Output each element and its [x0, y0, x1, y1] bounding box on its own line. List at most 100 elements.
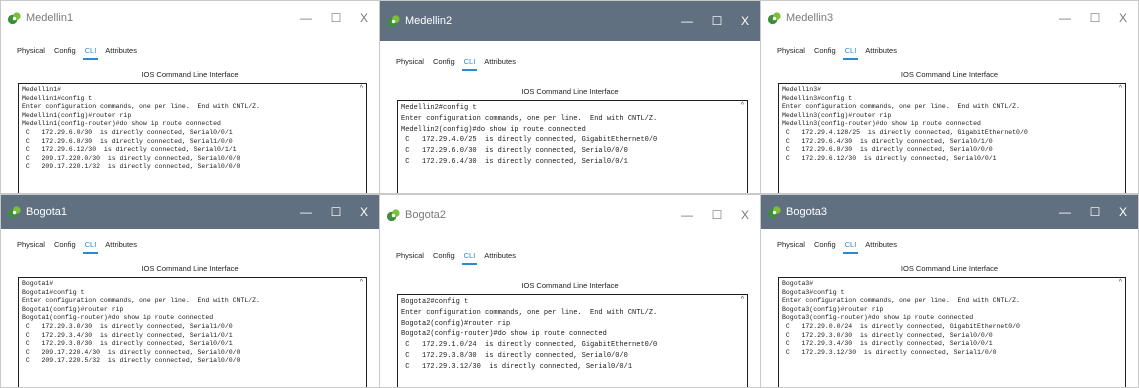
tab-config[interactable]: Config: [54, 46, 76, 58]
close-button[interactable]: X: [732, 15, 758, 27]
close-button[interactable]: X: [1110, 12, 1136, 24]
close-button[interactable]: X: [351, 206, 377, 218]
packet-tracer-icon: [386, 208, 400, 221]
title-bar[interactable]: Medellin1 — ☐ X: [1, 1, 379, 35]
cli-console[interactable]: ^ Bogota2#config t Enter configuration co…: [397, 294, 748, 387]
tab-attributes[interactable]: Attributes: [484, 57, 516, 69]
scroll-up-arrow-icon[interactable]: ^: [360, 279, 363, 286]
router-window-medellin1[interactable]: Medellin1 — ☐ X Physical Config CLI Attr…: [0, 0, 380, 194]
console-line: C 172.29.3.4/30 is directly connected, S…: [782, 340, 993, 348]
tab-config[interactable]: Config: [814, 240, 836, 252]
minimize-button[interactable]: —: [672, 15, 702, 27]
minimize-button[interactable]: —: [291, 12, 321, 24]
console-line: C 172.29.4.128/25 is directly connected,…: [782, 128, 1028, 136]
title-bar[interactable]: Bogota2 — ☐ X: [380, 195, 760, 235]
console-line: Bogota1(config)#router rip: [22, 305, 124, 313]
maximize-button[interactable]: ☐: [1080, 12, 1110, 24]
tab-bar: Physical Config CLI Attributes: [777, 240, 897, 254]
scroll-up-arrow-icon[interactable]: ^: [741, 296, 744, 303]
tab-cli[interactable]: CLI: [842, 240, 858, 254]
close-button[interactable]: X: [1110, 206, 1136, 218]
tab-attributes[interactable]: Attributes: [484, 251, 516, 263]
tab-physical[interactable]: Physical: [396, 251, 424, 263]
tab-physical[interactable]: Physical: [777, 46, 805, 58]
close-button[interactable]: X: [351, 12, 377, 24]
maximize-button[interactable]: ☐: [702, 209, 732, 221]
tab-physical[interactable]: Physical: [396, 57, 424, 69]
console-line: Bogota3#config t: [782, 288, 845, 296]
scroll-up-arrow-icon[interactable]: ^: [360, 85, 363, 92]
packet-tracer-icon: [767, 11, 781, 24]
cli-console[interactable]: ^ Bogota1# Bogota1#config t Enter configur…: [18, 277, 367, 387]
title-bar[interactable]: Medellin2 — ☐ X: [380, 1, 760, 41]
window-title: Bogota3: [786, 206, 827, 218]
close-button[interactable]: X: [732, 209, 758, 221]
packet-tracer-icon: [386, 14, 400, 27]
console-line: Enter configuration commands, one per li…: [401, 308, 658, 317]
tab-physical[interactable]: Physical: [17, 240, 45, 252]
console-line: C 172.29.6.4/30 is directly connected, S…: [782, 137, 993, 145]
minimize-button[interactable]: —: [291, 206, 321, 218]
tab-config[interactable]: Config: [814, 46, 836, 58]
console-lines: Medellin2#config t Enter configuration co…: [398, 101, 747, 168]
console-line: C 209.17.220.5/32 is directly connected,…: [22, 357, 241, 365]
maximize-button[interactable]: ☐: [1080, 206, 1110, 218]
console-line: C 172.29.4.0/25 is directly connected, G…: [401, 136, 658, 145]
console-line: C 172.29.1.0/24 is directly connected, G…: [401, 341, 658, 350]
router-window-medellin3[interactable]: Medellin3 — ☐ X Physical Config CLI Attr…: [760, 0, 1139, 194]
tab-bar: Physical Config CLI Attributes: [777, 46, 897, 60]
console-line: Enter configuration commands, one per li…: [22, 103, 260, 111]
router-window-medellin2[interactable]: Medellin2 — ☐ X Physical Config CLI Attr…: [379, 0, 761, 194]
console-line: Medellin1#: [22, 86, 62, 93]
tab-cli[interactable]: CLI: [842, 46, 858, 60]
tab-cli[interactable]: CLI: [461, 251, 477, 265]
console-line: C 172.29.0.0/24 is directly connected, G…: [782, 322, 1020, 330]
tab-cli[interactable]: CLI: [82, 240, 98, 254]
tab-cli[interactable]: CLI: [461, 57, 477, 71]
console-line: Enter configuration commands, one per li…: [401, 114, 658, 123]
window-title: Medellin3: [786, 12, 834, 24]
minimize-button[interactable]: —: [672, 209, 702, 221]
console-line: Bogota3(config-router)#do show ip route …: [782, 314, 974, 322]
tab-physical[interactable]: Physical: [17, 46, 45, 58]
maximize-button[interactable]: ☐: [321, 12, 351, 24]
tab-physical[interactable]: Physical: [777, 240, 805, 252]
router-window-bogota1[interactable]: Bogota1 — ☐ X Physical Config CLI Attrib…: [0, 194, 380, 388]
scroll-up-arrow-icon[interactable]: ^: [1119, 279, 1122, 286]
minimize-button[interactable]: —: [1050, 206, 1080, 218]
window-title: Medellin2: [405, 15, 453, 27]
cli-console[interactable]: ^ Medellin1# Medellin1#config t Enter conf…: [18, 83, 367, 193]
router-window-bogota2[interactable]: Bogota2 — ☐ X Physical Config CLI Attrib…: [379, 194, 761, 388]
tab-config[interactable]: Config: [54, 240, 76, 252]
console-lines: Medellin3# Medellin3#config t Enter config…: [779, 84, 1125, 163]
console-line: Medellin1#config t: [22, 94, 93, 102]
scroll-up-arrow-icon[interactable]: ^: [741, 102, 744, 109]
console-line: C 172.29.6.8/30 is directly connected, S…: [22, 137, 233, 145]
tab-config[interactable]: Config: [433, 251, 455, 263]
console-line: C 172.29.6.4/30 is directly connected, S…: [401, 157, 628, 166]
scroll-up-arrow-icon[interactable]: ^: [1119, 85, 1122, 92]
minimize-button[interactable]: —: [1050, 12, 1080, 24]
console-line: Bogota3#: [782, 280, 814, 287]
tab-bar: Physical Config CLI Attributes: [17, 46, 137, 60]
maximize-button[interactable]: ☐: [321, 206, 351, 218]
cli-panel-title: IOS Command Line Interface: [521, 281, 619, 290]
tab-config[interactable]: Config: [433, 57, 455, 69]
cli-console[interactable]: ^ Medellin3# Medellin3#config t Enter conf…: [778, 83, 1126, 193]
tab-cli[interactable]: CLI: [82, 46, 98, 60]
title-bar[interactable]: Bogota1 — ☐ X: [1, 195, 379, 229]
title-bar[interactable]: Bogota3 — ☐ X: [761, 195, 1138, 229]
cli-console[interactable]: ^ Bogota3# Bogota3#config t Enter configur…: [778, 277, 1126, 387]
console-line: Medellin2(config)#do show ip route conne…: [401, 125, 586, 134]
console-line: Medellin2#config t: [401, 104, 477, 112]
tab-attributes[interactable]: Attributes: [105, 240, 137, 252]
router-window-bogota3[interactable]: Bogota3 — ☐ X Physical Config CLI Attrib…: [760, 194, 1139, 388]
maximize-button[interactable]: ☐: [702, 15, 732, 27]
console-line: C 172.29.6.12/30 is directly connected, …: [22, 146, 237, 154]
tab-attributes[interactable]: Attributes: [865, 46, 897, 58]
console-line: C 172.29.3.8/30 is directly connected, S…: [22, 340, 233, 348]
title-bar[interactable]: Medellin3 — ☐ X: [761, 1, 1138, 35]
tab-attributes[interactable]: Attributes: [105, 46, 137, 58]
cli-console[interactable]: ^ Medellin2#config t Enter configuration …: [397, 100, 748, 193]
tab-attributes[interactable]: Attributes: [865, 240, 897, 252]
